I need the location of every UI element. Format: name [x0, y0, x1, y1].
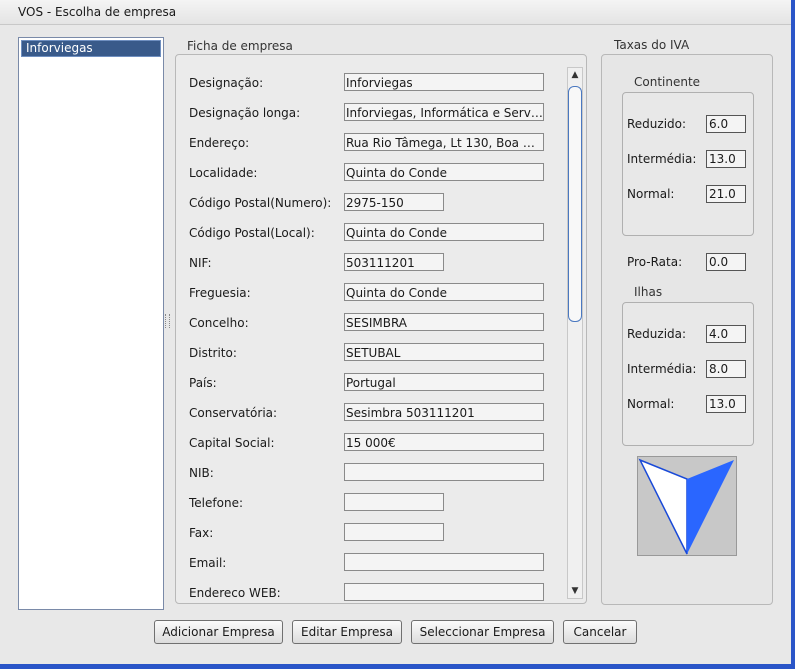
normal-field[interactable]: 21.0: [706, 185, 746, 203]
iva-title: Taxas do IVA: [614, 38, 690, 52]
reduzida-label: Reduzida:: [627, 327, 687, 341]
designacao-longa-field[interactable]: Inforviegas, Informática e Serviços...: [344, 103, 544, 121]
endereco-field[interactable]: Rua Rio Tâmega, Lt 130, Boa Águ...: [344, 133, 544, 151]
normal-label: Normal:: [627, 187, 675, 201]
field-label: Endereço:: [189, 136, 250, 150]
prorata-label: Pro-Rata:: [627, 255, 683, 269]
codigo-postal-local-field[interactable]: Quinta do Conde: [344, 223, 544, 241]
ilhas-normal-label: Normal:: [627, 397, 675, 411]
ilhas-title: Ilhas: [634, 285, 663, 299]
continente-title: Continente: [634, 75, 701, 89]
fax-field[interactable]: [344, 523, 444, 541]
field-label: Conservatória:: [189, 406, 278, 420]
field-label: NIF:: [189, 256, 212, 270]
field-label: Telefone:: [189, 496, 243, 510]
reduzido-label: Reduzido:: [627, 117, 687, 131]
ilhas-intermedia-field[interactable]: 8.0: [706, 360, 746, 378]
ficha-scrollbar[interactable]: ▲ ▼: [567, 67, 583, 599]
scrollbar-thumb[interactable]: [568, 86, 582, 322]
company-chooser-window: VOS - Escolha de empresa Inforviegas Fic…: [0, 0, 793, 667]
conservatoria-field[interactable]: Sesimbra 503111201: [344, 403, 544, 421]
company-list[interactable]: Inforviegas: [18, 37, 164, 610]
pais-field[interactable]: Portugal: [344, 373, 544, 391]
field-label: Concelho:: [189, 316, 249, 330]
nif-field[interactable]: 503111201: [344, 253, 444, 271]
logo-icon: [638, 458, 734, 555]
ilhas-intermedia-label: Intermédia:: [627, 362, 697, 376]
field-label: Código Postal(Local):: [189, 226, 315, 240]
concelho-field[interactable]: SESIMBRA: [344, 313, 544, 331]
field-label: Freguesia:: [189, 286, 251, 300]
email-field[interactable]: [344, 553, 544, 571]
add-company-button[interactable]: Adicionar Empresa: [154, 620, 283, 644]
field-label: Endereco WEB:: [189, 586, 281, 600]
distrito-field[interactable]: SETUBAL: [344, 343, 544, 361]
intermedia-field[interactable]: 13.0: [706, 150, 746, 168]
cancel-button[interactable]: Cancelar: [563, 620, 637, 644]
field-label: Designação longa:: [189, 106, 301, 120]
localidade-field[interactable]: Quinta do Conde: [344, 163, 544, 181]
endereco-web-field[interactable]: [344, 583, 544, 601]
scroll-up-arrow-icon[interactable]: ▲: [568, 68, 582, 82]
company-list-item[interactable]: Inforviegas: [21, 40, 161, 57]
company-logo: [637, 456, 737, 556]
ilhas-normal-field[interactable]: 13.0: [706, 395, 746, 413]
ficha-title: Ficha de empresa: [187, 39, 293, 53]
reduzida-field[interactable]: 4.0: [706, 325, 746, 343]
field-label: Fax:: [189, 526, 214, 540]
field-label: Localidade:: [189, 166, 258, 180]
intermedia-label: Intermédia:: [627, 152, 697, 166]
splitter-grip[interactable]: [165, 314, 170, 328]
reduzido-field[interactable]: 6.0: [706, 115, 746, 133]
codigo-postal-numero-field[interactable]: 2975-150: [344, 193, 444, 211]
window-title: VOS - Escolha de empresa: [18, 5, 177, 19]
field-label: Distrito:: [189, 346, 237, 360]
edit-company-button[interactable]: Editar Empresa: [292, 620, 402, 644]
designacao-field[interactable]: Inforviegas: [344, 73, 544, 91]
field-label: NIB:: [189, 466, 214, 480]
ficha-panel: Designação: Inforviegas Designação longa…: [175, 54, 587, 604]
prorata-field[interactable]: 0.0: [706, 253, 746, 271]
select-company-button[interactable]: Seleccionar Empresa: [411, 620, 554, 644]
field-label: País:: [189, 376, 217, 390]
field-label: Capital Social:: [189, 436, 275, 450]
field-label: Designação:: [189, 76, 264, 90]
field-label: Email:: [189, 556, 227, 570]
field-label: Código Postal(Numero):: [189, 196, 332, 210]
freguesia-field[interactable]: Quinta do Conde: [344, 283, 544, 301]
telefone-field[interactable]: [344, 493, 444, 511]
nib-field[interactable]: [344, 463, 544, 481]
title-bar: VOS - Escolha de empresa: [0, 0, 791, 25]
capital-social-field[interactable]: 15 000€: [344, 433, 544, 451]
scroll-down-arrow-icon[interactable]: ▼: [568, 584, 582, 598]
